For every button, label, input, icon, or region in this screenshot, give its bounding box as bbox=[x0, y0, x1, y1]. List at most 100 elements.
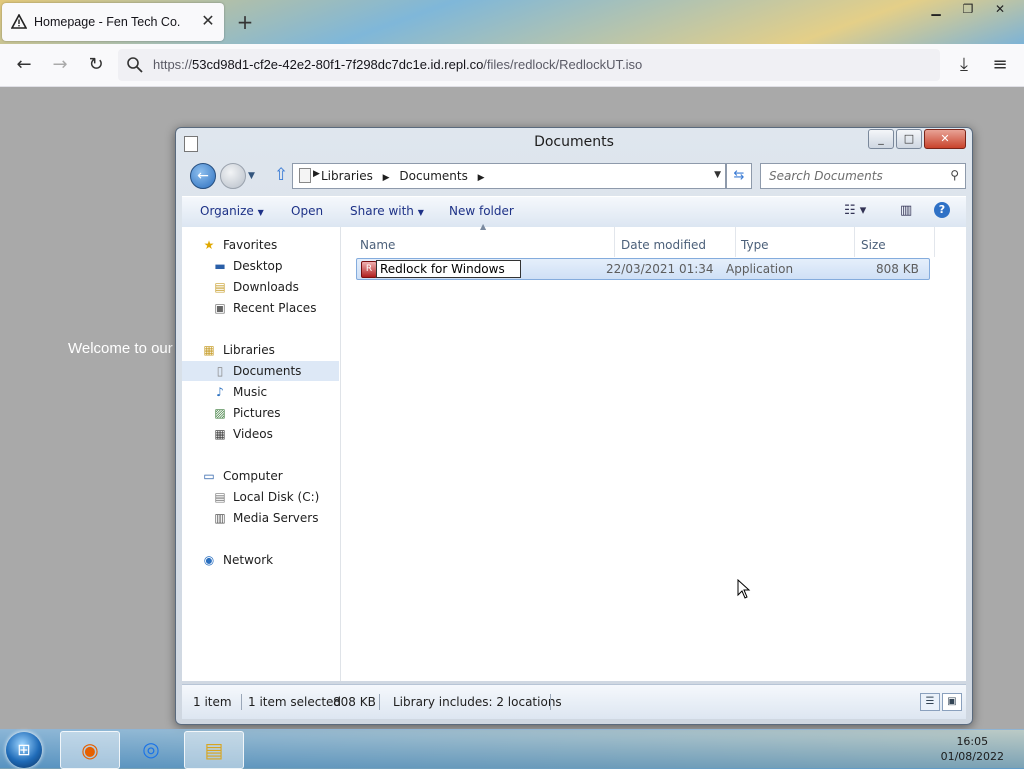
breadcrumb-libraries[interactable]: Libraries bbox=[321, 169, 373, 183]
maximize-button[interactable]: □ bbox=[896, 129, 922, 149]
column-name[interactable]: Name bbox=[360, 238, 395, 252]
share-with-button[interactable]: Share with ▼ bbox=[350, 204, 424, 218]
nav-computer[interactable]: ▭ Computer bbox=[182, 466, 339, 486]
nav-media-servers[interactable]: ▥ Media Servers bbox=[182, 508, 339, 528]
documents-icon: ▯ bbox=[216, 364, 224, 378]
close-button[interactable]: ✕ bbox=[924, 129, 966, 149]
column-divider[interactable] bbox=[735, 227, 736, 257]
status-bar: 1 item 1 item selected 808 KB Library in… bbox=[182, 684, 966, 719]
command-bar: Organize ▼ Open Share with ▼ New folder … bbox=[182, 196, 966, 228]
nav-recent-places[interactable]: ▣ Recent Places bbox=[182, 298, 339, 318]
refresh-icon[interactable]: ⇆ bbox=[726, 163, 752, 189]
start-button[interactable]: ⊞ bbox=[6, 732, 42, 768]
tab-title: Homepage - Fen Tech Co. bbox=[34, 15, 181, 29]
close-tab-icon[interactable]: ✕ bbox=[200, 13, 216, 29]
media-server-icon: ▥ bbox=[214, 511, 226, 525]
column-divider[interactable] bbox=[934, 227, 935, 257]
back-button[interactable]: ← bbox=[190, 163, 216, 189]
new-tab-icon[interactable]: + bbox=[235, 12, 255, 32]
column-divider[interactable] bbox=[854, 227, 855, 257]
chevron-down-icon: ▼ bbox=[417, 208, 424, 217]
libraries-icon: ▦ bbox=[203, 343, 215, 357]
nav-downloads[interactable]: ▤ Downloads bbox=[182, 277, 339, 297]
details-view-icon[interactable]: ☰ bbox=[920, 693, 940, 711]
column-date-modified[interactable]: Date modified bbox=[621, 238, 706, 252]
firefox-taskbar-icon[interactable]: ◉ bbox=[60, 731, 120, 769]
nav-favorites[interactable]: ★ Favorites bbox=[182, 235, 339, 255]
nav-libraries[interactable]: ▦ Libraries bbox=[182, 340, 339, 360]
breadcrumb-documents[interactable]: Documents bbox=[399, 169, 467, 183]
clock-date: 01/08/2022 bbox=[940, 750, 1004, 763]
tab-homepage[interactable]: Homepage - Fen Tech Co. ✕ bbox=[2, 3, 224, 41]
search-placeholder: Search Documents bbox=[769, 169, 883, 183]
status-selected: 1 item selected bbox=[248, 695, 342, 709]
download-icon[interactable]: ⤓ bbox=[952, 53, 976, 77]
column-divider[interactable] bbox=[614, 227, 615, 257]
main-area: ★ Favorites ▬ Desktop ▤ Downloads ▣ Recent P… bbox=[182, 222, 966, 681]
recent-pages-dropdown-icon[interactable]: ▼ bbox=[248, 171, 255, 181]
up-arrow-icon[interactable]: ⇧ bbox=[274, 165, 288, 185]
rename-input[interactable]: Redlock for Windows bbox=[376, 260, 521, 278]
large-icons-view-icon[interactable]: ▣ bbox=[942, 693, 962, 711]
navigation-pane: ★ Favorites ▬ Desktop ▤ Downloads ▣ Recent P… bbox=[182, 227, 341, 681]
search-input[interactable]: Search Documents ⚲ bbox=[760, 163, 966, 189]
welcome-text: Welcome to our bbox=[68, 340, 173, 357]
chevron-right-icon[interactable]: ▶ bbox=[313, 169, 320, 179]
forward-arrow-icon[interactable]: → bbox=[48, 53, 72, 77]
status-item-count: 1 item bbox=[193, 695, 232, 709]
organize-button[interactable]: Organize ▼ bbox=[200, 204, 264, 218]
sort-ascending-icon: ▲ bbox=[480, 222, 487, 231]
nav-local-disk[interactable]: ▤ Local Disk (C:) bbox=[182, 487, 339, 507]
forward-button[interactable] bbox=[220, 163, 246, 189]
window-title: Documents bbox=[534, 134, 614, 150]
minimize-button[interactable]: _ bbox=[868, 129, 894, 149]
close-icon[interactable]: ✕ bbox=[986, 2, 1014, 17]
star-icon: ★ bbox=[203, 238, 215, 252]
browser-window-controls: ▁ ❐ ✕ bbox=[922, 2, 1014, 18]
status-divider bbox=[550, 694, 551, 710]
preview-pane-icon[interactable]: ▥ bbox=[900, 203, 912, 218]
address-dropdown-icon[interactable]: ▼ bbox=[714, 170, 721, 180]
warning-icon bbox=[11, 14, 27, 29]
nav-network[interactable]: ◉ Network bbox=[182, 550, 339, 570]
address-bar[interactable]: ▶ Libraries ▶ Documents ▶ ▼ bbox=[292, 163, 726, 189]
open-button[interactable]: Open bbox=[291, 204, 323, 218]
file-row[interactable]: R Redlock for Windows 22/03/2021 01:34 A… bbox=[356, 258, 930, 280]
desktop-icon: ▬ bbox=[214, 259, 226, 273]
search-icon[interactable]: ⚲ bbox=[950, 168, 959, 182]
back-arrow-icon[interactable]: ← bbox=[12, 53, 36, 77]
nav-documents[interactable]: ▯ Documents bbox=[182, 361, 339, 381]
explorer-taskbar-icon[interactable]: ▤ bbox=[184, 731, 244, 769]
view-options-icon[interactable]: ☷ ▾ bbox=[844, 203, 866, 218]
column-type[interactable]: Type bbox=[741, 238, 769, 252]
menu-icon[interactable]: ≡ bbox=[988, 53, 1012, 77]
breadcrumb: Libraries ▶ Documents ▶ bbox=[321, 169, 485, 183]
nav-desktop[interactable]: ▬ Desktop bbox=[182, 256, 339, 276]
minimize-icon[interactable]: ▁ bbox=[922, 2, 950, 17]
help-icon[interactable]: ? bbox=[934, 202, 950, 218]
column-size[interactable]: Size bbox=[861, 238, 886, 252]
mouse-cursor-icon bbox=[737, 579, 751, 599]
nav-videos[interactable]: ▦ Videos bbox=[182, 424, 339, 444]
chrome-taskbar-icon[interactable]: ◎ bbox=[122, 731, 180, 767]
nav-music[interactable]: ♪ Music bbox=[182, 382, 339, 402]
status-divider bbox=[241, 694, 242, 710]
navigation-bar: ← → ↻ https://53cd98d1-cf2e-42e2-80f1-7f… bbox=[0, 44, 1024, 87]
videos-icon: ▦ bbox=[214, 427, 226, 441]
search-icon bbox=[127, 57, 143, 73]
folder-page-icon bbox=[299, 168, 311, 183]
new-folder-button[interactable]: New folder bbox=[449, 204, 514, 218]
url-bar[interactable]: https://53cd98d1-cf2e-42e2-80f1-7f298dc7… bbox=[118, 49, 940, 81]
restore-icon[interactable]: ❐ bbox=[954, 2, 982, 17]
reload-icon[interactable]: ↻ bbox=[84, 53, 108, 77]
system-clock[interactable]: 16:05 01/08/2022 bbox=[941, 734, 1004, 764]
pictures-icon: ▨ bbox=[214, 406, 226, 420]
tab-strip: Homepage - Fen Tech Co. ✕ + ▁ ❐ ✕ bbox=[0, 0, 1024, 44]
url-text: https://53cd98d1-cf2e-42e2-80f1-7f298dc7… bbox=[153, 57, 643, 72]
chevron-right-icon[interactable]: ▶ bbox=[478, 173, 485, 183]
nav-pictures[interactable]: ▨ Pictures bbox=[182, 403, 339, 423]
computer-icon: ▭ bbox=[203, 469, 215, 483]
chevron-right-icon[interactable]: ▶ bbox=[383, 173, 390, 183]
address-row: ← ▼ ⇧ ▶ Libraries ▶ Documents ▶ ▼ ⇆ Sear… bbox=[182, 161, 966, 189]
drive-icon: ▤ bbox=[214, 490, 226, 504]
